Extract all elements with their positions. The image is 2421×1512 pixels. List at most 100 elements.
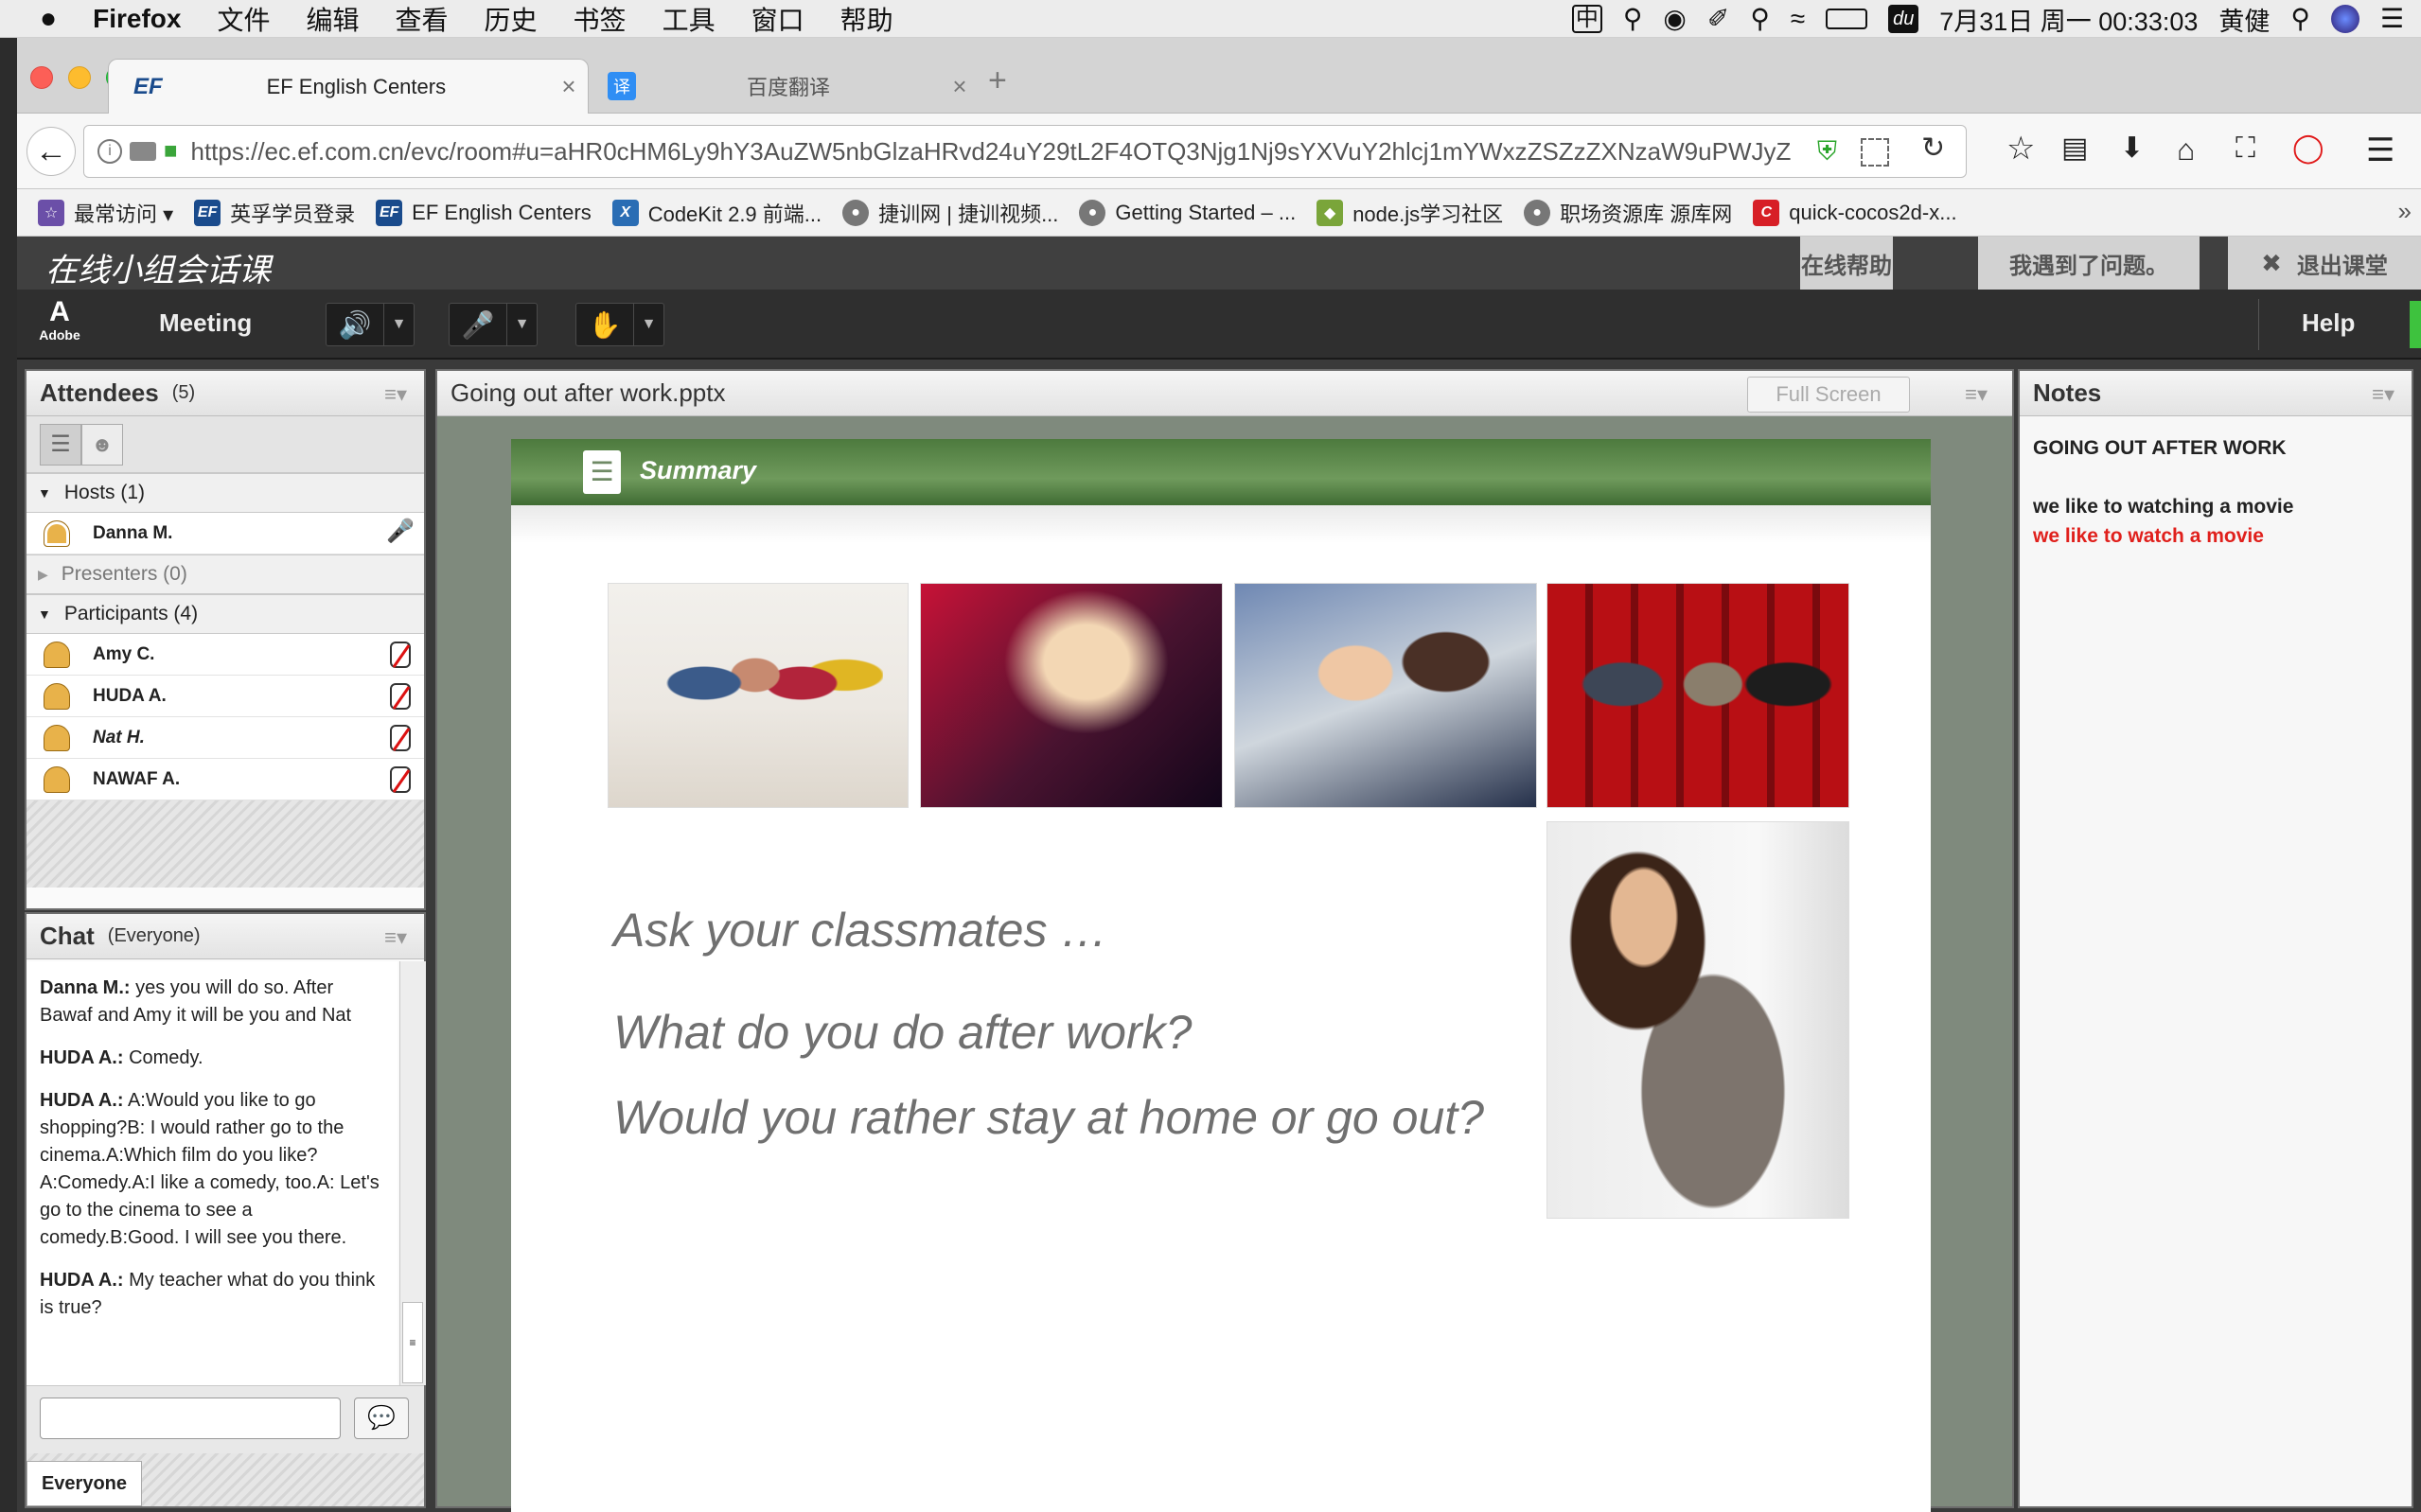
bookmark-quick-cocos2d[interactable]: Cquick-cocos2d-x... [1753,199,1957,226]
opera-extension-icon[interactable]: ◯ [2292,134,2324,163]
apple-icon[interactable]: ● [40,4,57,33]
attendee-row[interactable]: HUDA A. [27,676,424,717]
participant-avatar-icon [44,724,70,751]
microphone-control[interactable]: 🎤 ▼ [449,303,538,346]
pod-menu-icon[interactable]: ≡▾ [384,925,407,950]
meeting-menu[interactable]: Meeting [159,308,252,338]
close-window-button[interactable] [30,66,53,89]
url-bar[interactable]: i ■ https://ec.ef.com.cn/evc/room#u=aHR0… [83,125,1967,178]
minimize-window-button[interactable] [68,66,91,89]
chevron-down-icon[interactable]: ▼ [633,304,663,345]
role-view-icon[interactable]: ☻ [81,423,123,466]
bookmark-jiexun[interactable]: ● 捷训网 | 捷训视频... [842,198,1058,228]
siri-icon[interactable] [2330,5,2359,33]
chat-message: HUDA A.: My teacher what do you think is… [40,1267,388,1322]
full-screen-button[interactable]: Full Screen [1747,377,1910,413]
menu-file[interactable]: 文件 [217,0,270,38]
chat-header: Chat (Everyone) ≡▾ [27,914,424,959]
raise-hand-icon[interactable]: ✋ [576,304,633,345]
menu-tools[interactable]: 工具 [663,0,716,38]
pin-icon[interactable]: ⚲ [1750,6,1770,32]
list-view-icon[interactable]: ☰ [40,423,81,466]
bookmark-star-icon[interactable]: ☆ [2006,132,2035,165]
chat-scrollbar[interactable]: ≡ [399,961,426,1385]
attendees-header: Attendees (5) ≡▾ [27,371,424,416]
tab-ef-english-centers[interactable]: EF EF English Centers × [108,59,589,114]
exit-class-button[interactable]: ✖ 退出课堂 [2228,237,2421,290]
attendee-row[interactable]: NAWAF A. [27,759,424,800]
menubar-clock[interactable]: 7月31日 周一 00:33:03 [1939,1,2198,38]
menu-window[interactable]: 窗口 [751,0,804,38]
raise-hand-control[interactable]: ✋ ▼ [575,303,664,346]
menu-view[interactable]: 查看 [396,0,449,38]
back-button[interactable]: ← [27,127,76,176]
chat-compose-area: 💬 [27,1385,424,1453]
wifi-icon[interactable]: ≈ [1791,6,1805,32]
battery-icon[interactable] [1826,9,1868,29]
close-tab-icon[interactable]: × [941,72,979,101]
notification-center-icon[interactable]: ☰ [2380,6,2404,32]
send-chat-icon[interactable]: 💬 [354,1398,409,1439]
slide-header-band: ☰ Summary [511,439,1931,505]
meeting-toolbar: A Adobe Meeting 🔊 ▼ 🎤 ▼ ✋ ▼ Help [17,290,2421,360]
menubar-user[interactable]: 黄健 [2218,1,2270,38]
menu-edit[interactable]: 编辑 [307,0,360,38]
feather-icon[interactable]: ✐ [1707,6,1729,32]
menu-bookmarks[interactable]: 书签 [574,0,627,38]
pod-menu-icon[interactable]: ≡▾ [1965,382,1988,407]
reload-icon[interactable]: ↻ [1921,134,1945,163]
crop-screenshot-icon[interactable]: ⛶ [2235,134,2255,163]
input-method-icon[interactable]: 中 [1571,5,1602,33]
presenters-section[interactable]: ▶ Presenters (0) [27,554,424,594]
chevron-down-icon[interactable]: ▼ [383,304,414,345]
bookmark-ef-login[interactable]: EF 英孚学员登录 [194,198,355,228]
tab-baidu-translate[interactable]: 译 百度翻译 × [591,59,979,114]
pod-menu-icon[interactable]: ≡▾ [2372,382,2394,407]
microphone-muted-icon[interactable]: 🎤 [450,304,506,345]
shield-extension-icon[interactable]: ⛨ [1817,138,1837,165]
hamburger-menu-icon[interactable]: ☰ [2366,134,2394,167]
bookmark-ef-english-centers[interactable]: EF EF English Centers [376,199,592,226]
bookmark-nodejs[interactable]: ◆ node.js学习社区 [1317,198,1503,228]
qr-code-icon[interactable] [1861,138,1889,167]
download-icon[interactable]: ⬇ [2120,134,2144,163]
home-icon[interactable]: ⌂ [2177,134,2195,165]
attendees-pod: Attendees (5) ≡▾ ☰ ☻ ▼ Hosts (1) Danna M.… [25,369,426,910]
chat-text: A:Would you like to go shopping?B: I wou… [40,1090,380,1248]
search-app-icon[interactable]: ⚲ [1623,6,1643,32]
participants-section[interactable]: ▼ Participants (4) [27,594,424,634]
chat-scroll-thumb[interactable]: ≡ [402,1302,423,1383]
bookmark-most-visited[interactable]: ☆ 最常访问 ▾ [38,198,173,228]
speaker-control[interactable]: 🔊 ▼ [326,303,415,346]
bookmark-codekit[interactable]: X CodeKit 2.9 前端... [611,198,822,228]
pod-menu-icon[interactable]: ≡▾ [384,382,407,407]
wechat-icon[interactable]: ◉ [1663,6,1686,32]
baidu-du-icon[interactable]: du [1888,5,1919,33]
notes-body[interactable]: GOING OUT AFTER WORK we like to watching… [2020,416,2412,568]
hosts-section[interactable]: ▼ Hosts (1) [27,473,424,513]
info-icon[interactable]: i [97,139,122,164]
menu-help[interactable]: 帮助 [840,0,893,38]
chat-message-input[interactable] [40,1398,341,1439]
permissions-icon[interactable] [130,142,156,161]
chevron-down-icon[interactable]: ▼ [506,304,537,345]
chat-scope: (Everyone) [107,925,201,946]
attendee-row[interactable]: Amy C. [27,634,424,676]
help-menu[interactable]: Help [2302,308,2355,338]
report-problem-button[interactable]: 我遇到了问题。 [1978,237,2200,290]
menu-firefox[interactable]: Firefox [93,4,181,34]
bookmarks-overflow-icon[interactable]: » [2398,197,2412,226]
close-tab-icon[interactable]: × [550,72,588,101]
bookmark-yuanku[interactable]: ● 职场资源库 源库网 [1524,198,1732,228]
new-tab-button[interactable]: + [988,62,1007,99]
spotlight-search-icon[interactable]: ⚲ [2290,6,2310,32]
reader-list-icon[interactable]: ▤ [2061,134,2088,163]
menu-history[interactable]: 历史 [485,0,538,38]
chat-recipient-tab[interactable]: Everyone [27,1461,142,1506]
attendee-row[interactable]: Nat H. [27,717,424,759]
online-help-button[interactable]: 在线帮助 [1800,237,1893,290]
speaker-icon[interactable]: 🔊 [327,304,383,345]
attendee-row-host[interactable]: Danna M. 🎤 [27,513,424,554]
bookmark-getting-started[interactable]: ● Getting Started – ... [1079,199,1296,226]
url-text[interactable]: https://ec.ef.com.cn/evc/room#u=aHR0cHM6… [191,137,1792,167]
